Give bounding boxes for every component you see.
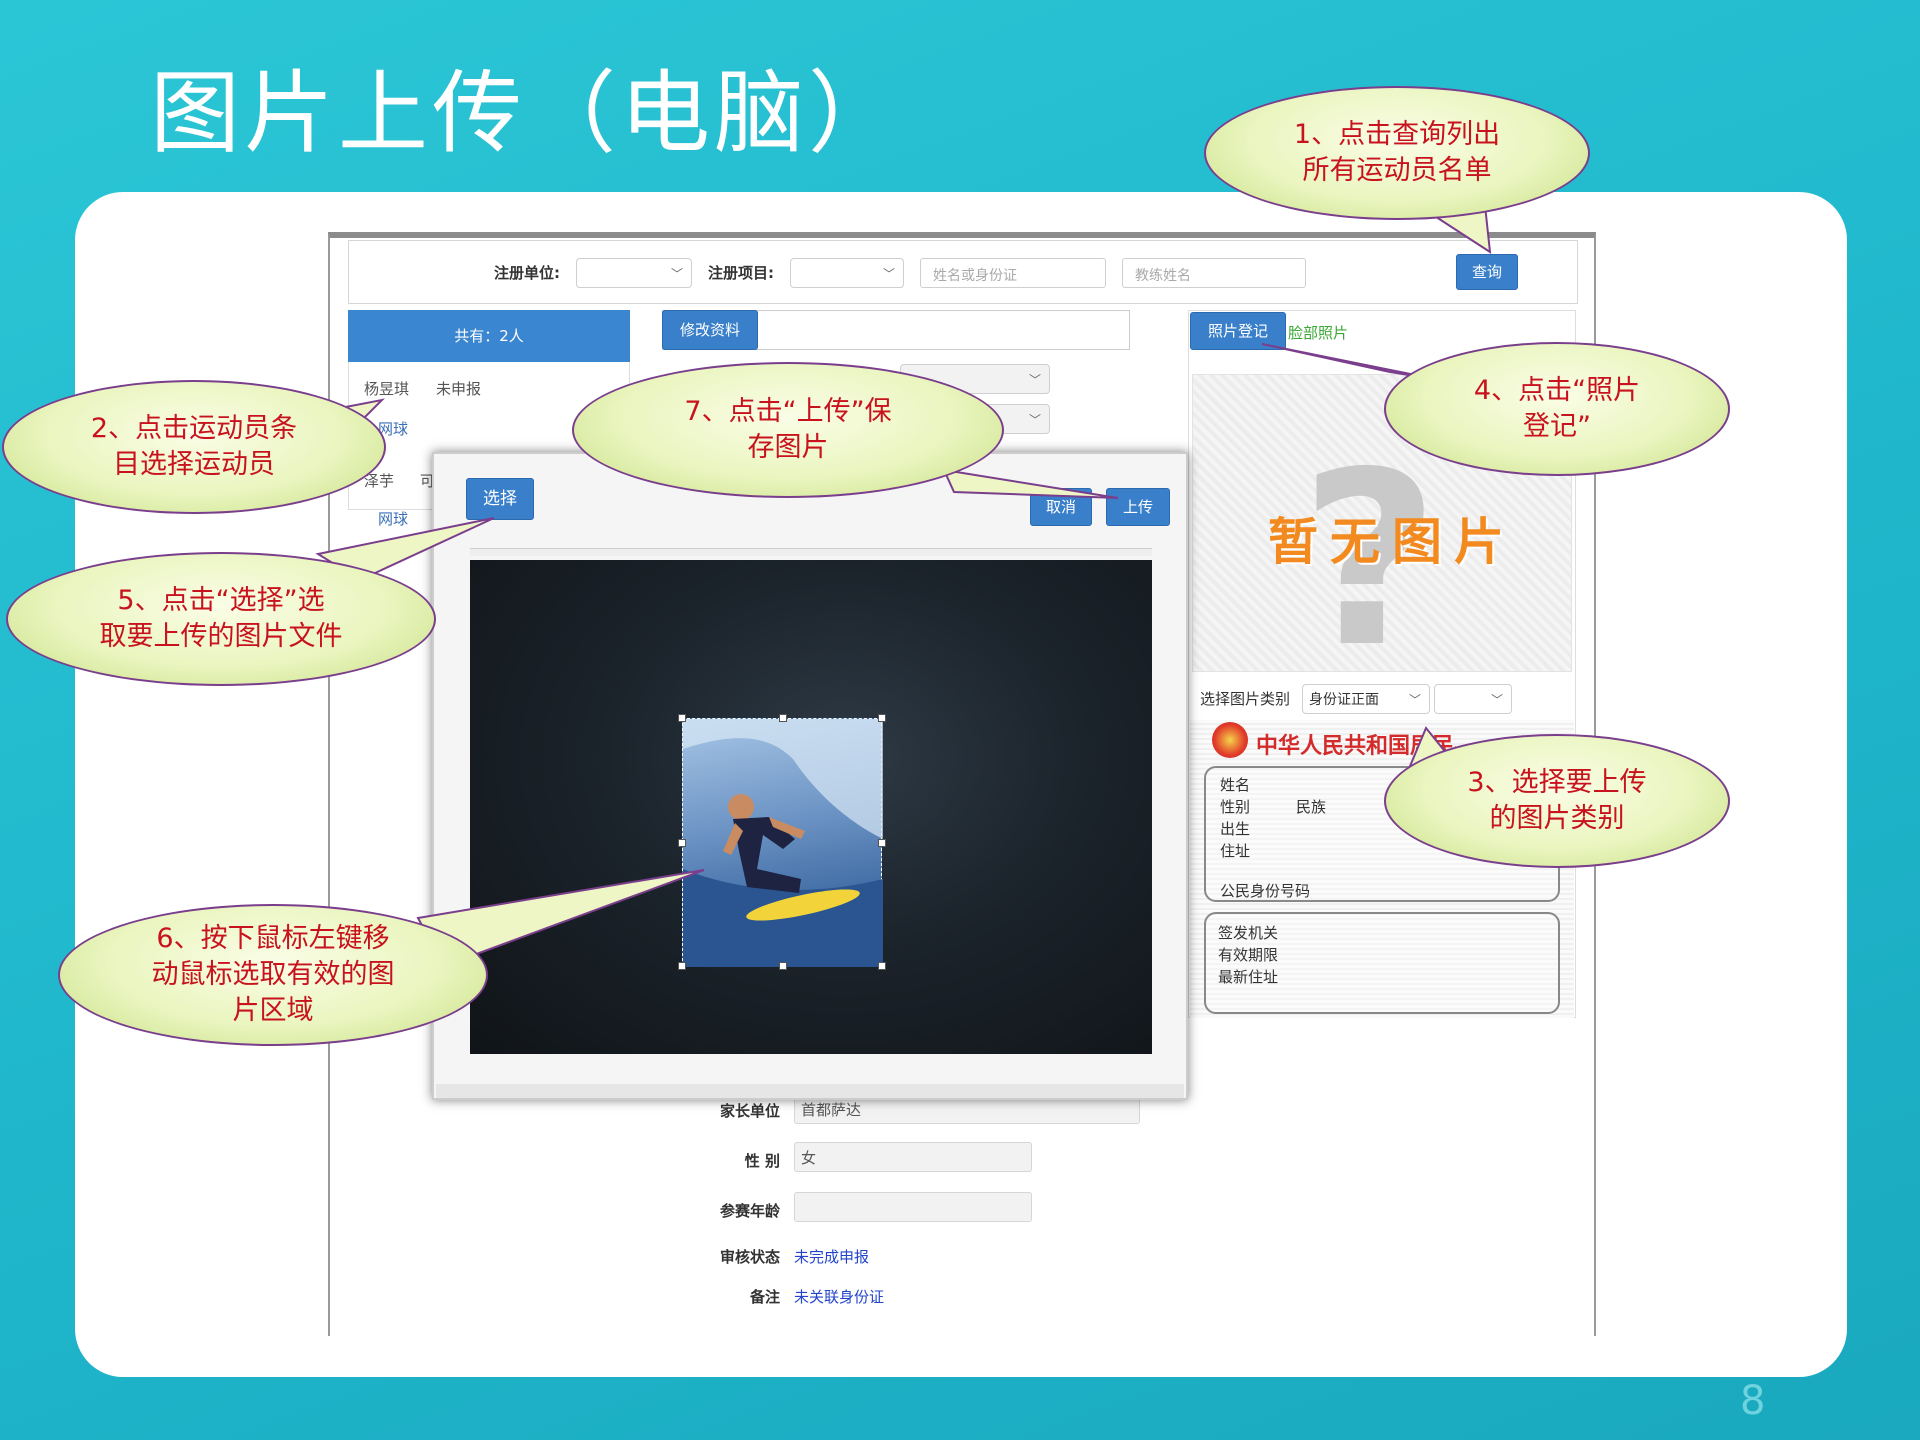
callout-step-5: 5、点击“选择”选 取要上传的图片文件 — [6, 552, 436, 686]
callout-step-6: 6、按下鼠标左键移 动鼠标选取有效的图 片区域 — [58, 904, 488, 1046]
callout-step-1: 1、点击查询列出 所有运动员名单 — [1204, 86, 1590, 220]
callout-step-4: 4、点击“照片 登记” — [1384, 342, 1730, 476]
callout-step-3: 3、选择要上传 的图片类别 — [1384, 734, 1730, 868]
callout-pointers — [315, 194, 1492, 968]
callout-step-7: 7、点击“上传”保 存图片 — [572, 362, 1004, 498]
callout-step-2: 2、点击运动员条 目选择运动员 — [2, 380, 386, 514]
